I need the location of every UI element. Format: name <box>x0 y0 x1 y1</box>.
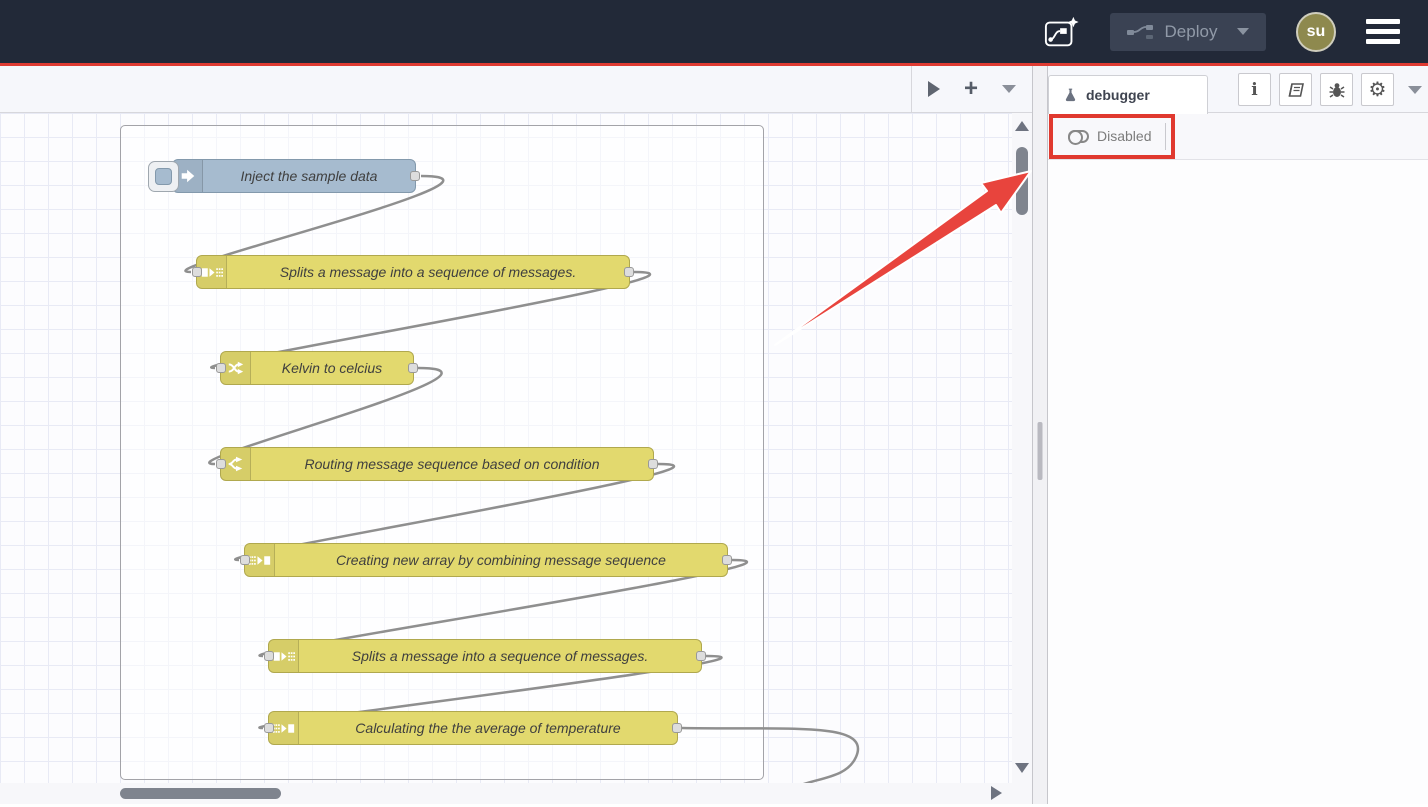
sidebar: debugger i <box>1048 66 1428 804</box>
ai-flow-icon[interactable] <box>1044 16 1080 48</box>
node-label: Inject the sample data <box>203 160 415 192</box>
input-port[interactable] <box>216 363 226 373</box>
info-button[interactable]: i <box>1238 73 1271 106</box>
debug-disabled-toggle[interactable]: Disabled <box>1058 123 1161 149</box>
output-port[interactable] <box>624 267 634 277</box>
toolbar-divider <box>1165 123 1166 150</box>
input-port[interactable] <box>240 555 250 565</box>
deploy-button[interactable]: Deploy <box>1110 13 1266 51</box>
horizontal-scroll-thumb[interactable] <box>120 788 281 799</box>
deploy-icon <box>1127 24 1153 40</box>
toggle-off-icon <box>1068 130 1089 143</box>
node-label: Creating new array by combining message … <box>275 544 727 576</box>
debug-toolbar: Disabled <box>1048 113 1428 160</box>
workspace-tab-bar: + <box>0 66 1032 113</box>
avatar[interactable]: su <box>1296 12 1336 52</box>
sidebar-toolbar: i ⚙ <box>1238 73 1422 106</box>
node-split-2[interactable]: Splits a message into a sequence of mess… <box>268 639 702 673</box>
scroll-down-icon[interactable] <box>1015 763 1029 773</box>
config-button[interactable]: ⚙ <box>1361 73 1394 106</box>
workspace-tab-controls: + <box>911 66 1032 112</box>
node-join-1[interactable]: Creating new array by combining message … <box>244 543 728 577</box>
bug-icon <box>1328 81 1346 99</box>
chevron-down-icon[interactable] <box>1237 28 1249 35</box>
node-label: Kelvin to celcius <box>251 352 413 384</box>
scroll-tabs-right-icon[interactable] <box>928 81 940 97</box>
sidebar-resize-handle[interactable] <box>1032 66 1048 804</box>
output-port[interactable] <box>672 723 682 733</box>
disabled-label: Disabled <box>1097 128 1151 144</box>
add-flow-button[interactable]: + <box>964 77 978 101</box>
flow-canvas[interactable]: Inject the sample data Splits a message … <box>0 113 1012 783</box>
node-switch[interactable]: Routing message sequence based on condit… <box>220 447 654 481</box>
vertical-scrollbar[interactable] <box>1012 113 1032 783</box>
hamburger-menu-icon[interactable] <box>1366 19 1400 44</box>
node-label: Splits a message into a sequence of mess… <box>299 640 701 672</box>
node-split-1[interactable]: Splits a message into a sequence of mess… <box>196 255 630 289</box>
resize-grip[interactable] <box>1038 422 1043 480</box>
scroll-up-icon[interactable] <box>1015 121 1029 131</box>
deploy-label: Deploy <box>1165 22 1218 42</box>
node-label: Routing message sequence based on condit… <box>251 448 653 480</box>
output-port[interactable] <box>410 171 420 181</box>
workspace-pane: + <box>0 66 1032 804</box>
app-header: Deploy su <box>0 0 1428 66</box>
help-button[interactable] <box>1279 73 1312 106</box>
debug-messages-panel <box>1048 160 1428 804</box>
node-label: Calculating the the average of temperatu… <box>299 712 677 744</box>
sidebar-tab-bar: debugger i <box>1048 66 1428 113</box>
input-port[interactable] <box>192 267 202 277</box>
output-port[interactable] <box>696 651 706 661</box>
main-area: + <box>0 66 1428 804</box>
node-join-2[interactable]: Calculating the the average of temperatu… <box>268 711 678 745</box>
node-label: Splits a message into a sequence of mess… <box>227 256 629 288</box>
node-inject[interactable]: Inject the sample data <box>172 159 416 193</box>
output-port[interactable] <box>648 459 658 469</box>
vertical-scroll-thumb[interactable] <box>1016 147 1028 215</box>
horizontal-scrollbar[interactable] <box>0 783 1032 804</box>
flask-icon <box>1063 87 1078 103</box>
sidebar-more-chevron-icon[interactable] <box>1408 86 1422 94</box>
input-port[interactable] <box>264 723 274 733</box>
debug-button[interactable] <box>1320 73 1353 106</box>
output-port[interactable] <box>408 363 418 373</box>
tab-debugger[interactable]: debugger <box>1048 75 1208 114</box>
tab-debugger-label: debugger <box>1086 87 1150 103</box>
scroll-right-icon[interactable] <box>991 786 1002 800</box>
node-change[interactable]: Kelvin to celcius <box>220 351 414 385</box>
flow-list-chevron-icon[interactable] <box>1002 85 1016 93</box>
input-port[interactable] <box>216 459 226 469</box>
output-port[interactable] <box>722 555 732 565</box>
gear-icon: ⚙ <box>1369 80 1387 100</box>
inject-trigger-button[interactable] <box>148 161 179 192</box>
input-port[interactable] <box>264 651 274 661</box>
book-icon <box>1287 82 1305 98</box>
info-icon: i <box>1251 80 1257 100</box>
